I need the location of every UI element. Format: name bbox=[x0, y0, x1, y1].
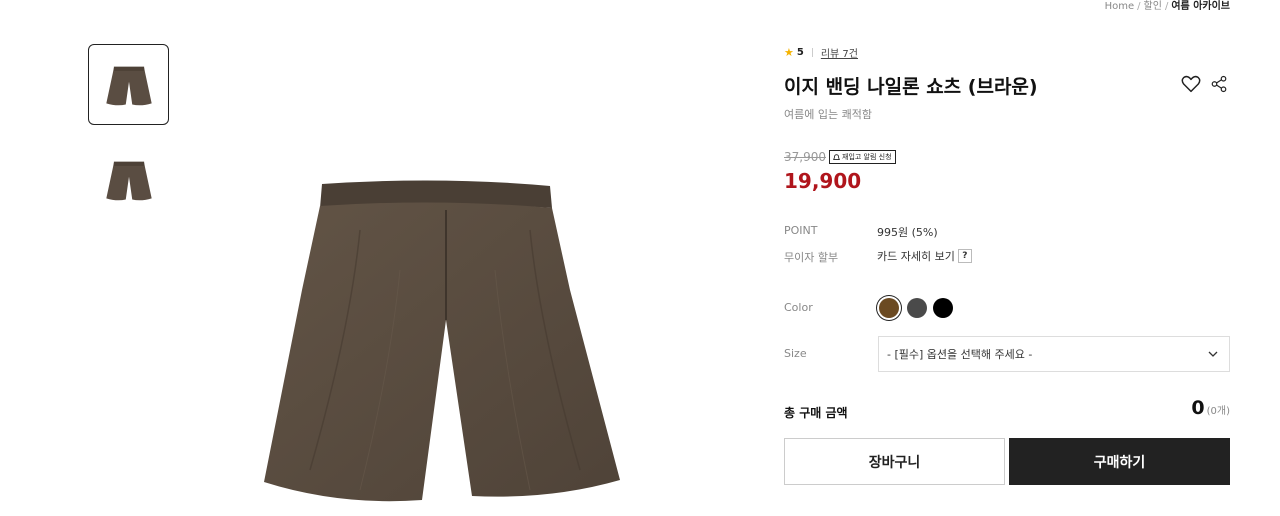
size-label: Size bbox=[784, 347, 807, 360]
restock-alert-label: 재입고 알림 신청 bbox=[842, 153, 892, 161]
total-count: (0개) bbox=[1206, 406, 1230, 417]
heart-icon bbox=[1181, 75, 1201, 93]
total-amount: 0 (0개) bbox=[1191, 397, 1230, 419]
color-swatch-black[interactable] bbox=[933, 298, 953, 318]
share-button[interactable] bbox=[1210, 75, 1228, 93]
point-label: POINT bbox=[784, 224, 818, 237]
total-label: 총 구매 금액 bbox=[784, 406, 848, 420]
installment-value: 카드 자세히 보기 ? bbox=[877, 248, 972, 264]
size-select-value: - [필수] 옵션을 선택해 주세요 - bbox=[887, 348, 1033, 361]
shorts-image-icon bbox=[264, 180, 620, 502]
original-price: 37,900 bbox=[784, 150, 826, 164]
shorts-thumbnail-icon bbox=[105, 66, 152, 105]
product-subtitle: 여름에 입는 쾌적함 bbox=[784, 108, 872, 121]
review-link[interactable]: 리뷰 7건 bbox=[821, 45, 858, 60]
shorts-thumbnail-icon bbox=[105, 161, 152, 200]
restock-alert-button[interactable]: 재입고 알림 신청 bbox=[829, 150, 896, 164]
card-detail-link[interactable]: 카드 자세히 보기 bbox=[877, 248, 955, 264]
point-value: 995원 (5%) bbox=[877, 226, 938, 239]
breadcrumb-home[interactable]: Home bbox=[1105, 1, 1135, 12]
installment-label: 무이자 할부 bbox=[784, 251, 839, 264]
breadcrumb-separator: / bbox=[1164, 1, 1169, 12]
color-swatch-charcoal[interactable] bbox=[907, 298, 927, 318]
share-icon bbox=[1211, 75, 1227, 93]
rating-row: ★ 5 리뷰 7건 bbox=[784, 45, 858, 60]
product-title: 이지 밴딩 나일론 쇼츠 (브라운) bbox=[784, 76, 1038, 98]
rating-score: 5 bbox=[796, 47, 804, 58]
breadcrumb-separator: / bbox=[1137, 1, 1141, 12]
color-swatches bbox=[877, 296, 953, 320]
star-icon: ★ bbox=[784, 46, 794, 59]
divider bbox=[811, 48, 813, 57]
total-value: 0 bbox=[1191, 397, 1205, 419]
color-swatch-brown[interactable] bbox=[879, 298, 899, 318]
size-select[interactable]: - [필수] 옵션을 선택해 주세요 - bbox=[878, 336, 1230, 372]
color-label: Color bbox=[784, 301, 813, 314]
chevron-down-icon bbox=[1208, 351, 1218, 357]
bell-icon bbox=[833, 153, 840, 160]
original-price-row: 37,900 재입고 알림 신청 bbox=[784, 150, 896, 164]
thumbnail-2[interactable] bbox=[88, 139, 169, 220]
breadcrumb: Home / 할인 / 여름 아카이브 bbox=[1105, 0, 1230, 12]
breadcrumb-current[interactable]: 여름 아카이브 bbox=[1171, 1, 1230, 12]
wishlist-button[interactable] bbox=[1180, 73, 1202, 95]
add-to-cart-button[interactable]: 장바구니 bbox=[784, 438, 1005, 485]
product-main-image bbox=[250, 170, 640, 516]
buy-now-button[interactable]: 구매하기 bbox=[1009, 438, 1230, 485]
help-icon[interactable]: ? bbox=[957, 249, 972, 263]
thumbnail-1[interactable] bbox=[88, 44, 169, 125]
sale-price: 19,900 bbox=[784, 169, 862, 193]
breadcrumb-sale[interactable]: 할인 bbox=[1144, 1, 1162, 12]
